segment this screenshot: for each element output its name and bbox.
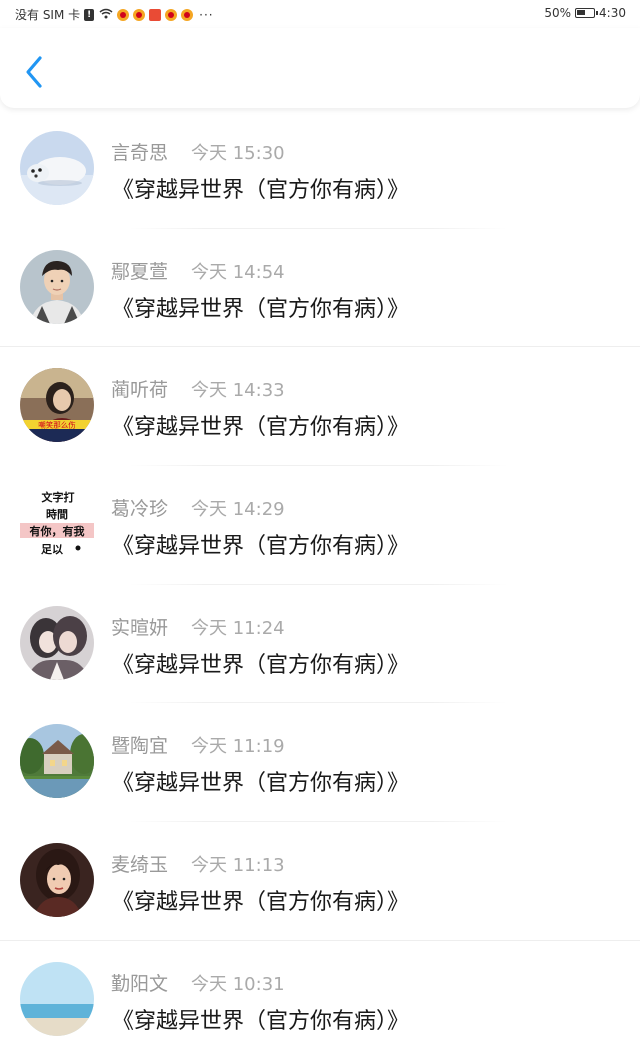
couple-illustration-avatar-image bbox=[20, 605, 94, 680]
message-text: 《穿越异世界（官方你有病）》 bbox=[112, 415, 410, 441]
status-bar: 没有 SIM 卡 ! ··· 50% 4:30 bbox=[0, 0, 640, 28]
message-text: 《穿越异世界（官方你有病）》 bbox=[112, 890, 410, 916]
battery-icon bbox=[575, 8, 599, 18]
avatar[interactable] bbox=[20, 249, 94, 324]
text-avatar-image: 文字打 時間 有你，有我 足以 bbox=[20, 487, 94, 562]
weibo-icon bbox=[181, 8, 194, 21]
message-text: 《穿越异世界（官方你有病）》 bbox=[112, 534, 410, 560]
message-time: 今天 11:19 bbox=[191, 736, 285, 758]
battery-percent: 50% bbox=[544, 6, 572, 20]
man-portrait-avatar-image bbox=[20, 249, 94, 324]
message-time: 今天 14:29 bbox=[191, 499, 285, 521]
contact-name: 言奇思 bbox=[111, 142, 169, 164]
list-item[interactable]: 暨陶宜 今天 11:19 《穿越异世界（官方你有病）》 bbox=[0, 703, 640, 823]
avatar[interactable] bbox=[20, 961, 94, 1036]
seal-avatar-image bbox=[20, 131, 94, 205]
list-item[interactable]: 实暄妍 今天 11:24 《穿越异世界（官方你有病）》 bbox=[0, 585, 640, 704]
carrier-text: 没有 SIM 卡 bbox=[15, 8, 81, 22]
weibo-icon bbox=[165, 8, 178, 21]
contact-name: 暨陶宜 bbox=[111, 735, 169, 758]
avatar[interactable] bbox=[20, 724, 94, 799]
contact-name: 实暄妍 bbox=[111, 616, 169, 639]
avatar-caption: 嘲笑那么伤 bbox=[38, 420, 76, 430]
message-time: 今天 11:13 bbox=[191, 855, 285, 877]
message-text: 《穿越异世界（官方你有病）》 bbox=[112, 771, 410, 797]
avatar-caption: 時間 bbox=[46, 507, 68, 521]
avatar[interactable]: 文字打 時間 有你，有我 足以 bbox=[20, 487, 94, 562]
avatar-caption: 文字打 bbox=[42, 490, 75, 504]
contact-name: 麦绮玉 bbox=[111, 854, 169, 877]
message-text: 《穿越异世界（官方你有病）》 bbox=[112, 652, 410, 678]
status-left: 没有 SIM 卡 ! ··· bbox=[15, 6, 214, 23]
list-item[interactable]: 言奇思 今天 15:30 《穿越异世界（官方你有病）》 bbox=[0, 110, 640, 229]
message-time: 今天 11:24 bbox=[191, 617, 285, 639]
message-time: 今天 15:30 bbox=[191, 143, 285, 164]
contact-name: 蔺听荷 bbox=[111, 379, 169, 402]
weibo-icon bbox=[117, 8, 130, 21]
house-landscape-avatar-image bbox=[20, 724, 94, 799]
list-item[interactable]: 文字打 時間 有你，有我 足以 葛冷珍 今天 14:29 《穿越异世界（官方你有… bbox=[0, 466, 640, 585]
message-text: 《穿越异世界（官方你有病）》 bbox=[112, 296, 410, 322]
chevron-left-icon bbox=[26, 56, 42, 88]
avatar[interactable] bbox=[20, 131, 94, 205]
message-text: 《穿越异世界（官方你有病）》 bbox=[112, 178, 410, 203]
more-notifications-icon: ··· bbox=[199, 7, 214, 22]
message-text: 《穿越异世界（官方你有病）》 bbox=[112, 1008, 410, 1034]
top-header bbox=[0, 28, 640, 108]
contact-name: 鄢夏萱 bbox=[111, 260, 169, 283]
sim-alert-icon: ! bbox=[84, 8, 95, 21]
back-button[interactable] bbox=[14, 52, 54, 92]
message-time: 今天 14:33 bbox=[191, 380, 285, 402]
list-item[interactable]: 麦绮玉 今天 11:13 《穿越异世界（官方你有病）》 bbox=[0, 822, 640, 941]
status-right: 50% 4:30 bbox=[544, 6, 626, 20]
avatar-caption: 足以 bbox=[41, 543, 63, 556]
contact-name: 勤阳文 bbox=[111, 972, 169, 995]
avatar[interactable] bbox=[20, 605, 94, 680]
wifi-icon bbox=[99, 8, 113, 22]
sea-landscape-avatar-image bbox=[20, 961, 94, 1036]
list-item[interactable]: 勤阳文 今天 10:31 《穿越异世界（官方你有病）》 bbox=[0, 941, 640, 1060]
avatar-caption: 有你，有我 bbox=[30, 524, 85, 538]
app-notification-icon bbox=[149, 8, 162, 21]
weibo-icon bbox=[133, 8, 146, 21]
message-list: 言奇思 今天 15:30 《穿越异世界（官方你有病）》 鄢夏萱 今天 14:54… bbox=[0, 110, 640, 1060]
woman-illustration-avatar-image bbox=[20, 843, 94, 918]
message-time: 今天 10:31 bbox=[191, 973, 285, 995]
message-time: 今天 14:54 bbox=[191, 261, 285, 283]
avatar[interactable] bbox=[20, 843, 94, 918]
contact-name: 葛冷珍 bbox=[111, 498, 169, 521]
avatar[interactable]: 嘲笑那么伤 bbox=[20, 368, 94, 443]
list-item[interactable]: 鄢夏萱 今天 14:54 《穿越异世界（官方你有病）》 bbox=[0, 229, 640, 348]
clock: 4:30 bbox=[599, 6, 626, 20]
woman-portrait-avatar-image: 嘲笑那么伤 bbox=[20, 368, 94, 443]
list-item[interactable]: 嘲笑那么伤 蔺听荷 今天 14:33 《穿越异世界（官方你有病）》 bbox=[0, 347, 640, 467]
